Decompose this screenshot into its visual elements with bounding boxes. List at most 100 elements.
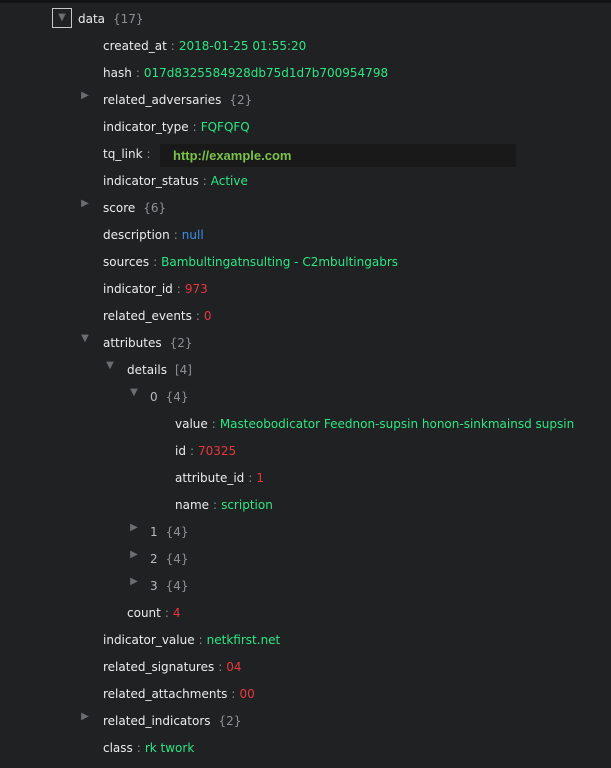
separator: :: [136, 741, 141, 755]
tree-row-attributes[interactable]: attributes {2}: [103, 333, 193, 353]
separator: :: [135, 66, 140, 80]
tree-key: score: [103, 201, 136, 215]
tree-key: related_attachments: [103, 687, 228, 701]
child-count: [4]: [174, 363, 192, 377]
child-count: {6}: [143, 201, 167, 215]
tree-key: 2: [150, 552, 158, 566]
separator: :: [218, 660, 223, 674]
separator: :: [192, 120, 197, 134]
caret-right-icon[interactable]: ▶: [80, 90, 90, 110]
tree-row-3[interactable]: 3 {4}: [150, 576, 189, 596]
tree-row-attribute-id: attribute_id:1: [175, 468, 264, 488]
tree-row-hash: hash:017d8325584928db75d1d7b700954798: [103, 63, 388, 83]
child-count: {4}: [165, 525, 189, 539]
tree-key: data: [78, 12, 106, 26]
tree-key: created_at: [103, 39, 167, 53]
tree-value: netkfirst.net: [206, 633, 281, 647]
tree-row-related-events: related_events:0: [103, 306, 212, 326]
separator: :: [211, 417, 216, 431]
caret-right-icon[interactable]: ▶: [129, 576, 139, 596]
tree-value: 973: [184, 282, 208, 296]
tree-key: count: [127, 606, 161, 620]
tree-value: 00: [239, 687, 255, 701]
tree-key: indicator_value: [103, 633, 195, 647]
tree-key: related_adversaries: [103, 93, 222, 107]
tree-row-data[interactable]: data {17}: [78, 9, 144, 29]
caret-down-icon[interactable]: ▼: [129, 387, 139, 407]
tree-key: attribute_id: [175, 471, 245, 485]
tree-key: related_events: [103, 309, 192, 323]
tq-link-field: http://example.com: [160, 144, 516, 167]
caret-right-icon[interactable]: ▶: [129, 549, 139, 569]
tree-row-created-at: created_at:2018-01-25 01:55:20: [103, 36, 306, 56]
tree-row-indicator-id: indicator_id:973: [103, 279, 208, 299]
tree-row-related-adversaries[interactable]: related_adversaries {2}: [103, 90, 252, 110]
tree-row-score[interactable]: score {6}: [103, 198, 166, 218]
child-count: {4}: [165, 390, 189, 404]
tree-row-sources: sources: Bambultingatnsulting - C2mbultin…: [103, 252, 398, 272]
tree-key: class: [103, 741, 133, 755]
tree-value: 70325: [198, 444, 237, 458]
separator: :: [173, 228, 178, 242]
separator: :: [202, 174, 207, 188]
tree-key: hash: [103, 66, 132, 80]
root-toggle-button[interactable]: ▼: [52, 8, 72, 28]
child-count: {4}: [165, 552, 189, 566]
tree-row-details[interactable]: details [4]: [127, 360, 192, 380]
tree-key: 1: [150, 525, 158, 539]
tree-key: indicator_type: [103, 120, 189, 134]
separator: :: [153, 255, 158, 269]
tree-row-indicator-value: indicator_value: netkfirst.net: [103, 630, 280, 650]
separator: :: [198, 633, 203, 647]
tree-key: tq_link: [103, 147, 143, 161]
tree-row-related-indicators[interactable]: related_indicators {2}: [103, 711, 241, 731]
tree-key: 3: [150, 579, 158, 593]
tree-value: 4: [172, 606, 181, 620]
tree-row-0[interactable]: 0 {4}: [150, 387, 189, 407]
tree-value: Active: [210, 174, 248, 188]
tree-value: scription: [221, 498, 273, 512]
separator: :: [146, 147, 151, 161]
tree-row-id: id:70325: [175, 441, 236, 461]
caret-right-icon[interactable]: ▶: [80, 711, 90, 731]
tree-key: id: [175, 444, 186, 458]
separator: :: [170, 39, 175, 53]
separator: :: [213, 498, 218, 512]
tree-row-name: name: scription: [175, 495, 273, 515]
caret-down-icon[interactable]: ▼: [105, 360, 115, 380]
child-count: {2}: [169, 336, 193, 350]
child-count: {4}: [165, 579, 189, 593]
tree-key: attributes: [103, 336, 162, 350]
tree-key: details: [127, 363, 167, 377]
caret-down-icon[interactable]: ▼: [80, 333, 90, 353]
separator: :: [195, 309, 200, 323]
tree-value: rk twork: [144, 741, 195, 755]
tree-row-class: class: rk twork: [103, 738, 194, 758]
child-count: {2}: [229, 93, 253, 107]
tree-key: indicator_id: [103, 282, 173, 296]
child-count: {2}: [218, 714, 242, 728]
tree-key: sources: [103, 255, 150, 269]
tree-key: 0: [150, 390, 158, 404]
tree-key: related_signatures: [103, 660, 215, 674]
caret-right-icon[interactable]: ▶: [80, 198, 90, 218]
caret-right-icon[interactable]: ▶: [129, 522, 139, 542]
top-border: [0, 0, 611, 3]
tree-value: 04: [226, 660, 242, 674]
tree-value: 0: [203, 309, 212, 323]
tree-row-1[interactable]: 1 {4}: [150, 522, 189, 542]
tree-row-related-signatures: related_signatures:04: [103, 657, 242, 677]
tq-link[interactable]: http://example.com: [173, 144, 291, 167]
tree-value: 017d8325584928db75d1d7b700954798: [143, 66, 389, 80]
tree-key: description: [103, 228, 170, 242]
tree-value: 1: [256, 471, 264, 485]
tree-row-description: description: null: [103, 225, 204, 245]
tree-value: Bambultingatnsulting - C2mbultingabrs: [161, 255, 399, 269]
separator: :: [176, 282, 181, 296]
tree-key: value: [175, 417, 208, 431]
tree-key: indicator_status: [103, 174, 199, 188]
separator: :: [231, 687, 236, 701]
tree-row-indicator-type: indicator_type: FQFQFQ: [103, 117, 250, 137]
tree-row-2[interactable]: 2 {4}: [150, 549, 189, 569]
tree-key: name: [175, 498, 210, 512]
